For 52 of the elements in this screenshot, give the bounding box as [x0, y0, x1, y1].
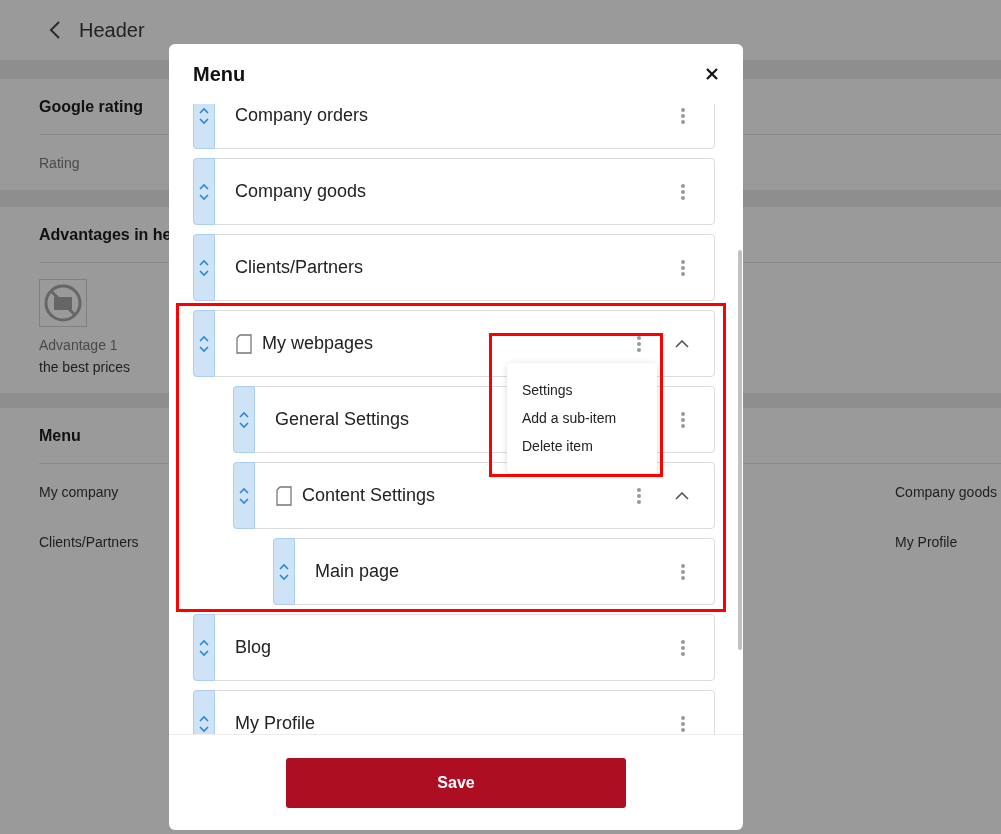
- more-options-icon[interactable]: [680, 106, 686, 125]
- page-icon: [276, 485, 292, 506]
- page-title: Header: [79, 18, 145, 42]
- more-options-icon[interactable]: [636, 334, 642, 353]
- drag-handle-icon[interactable]: [233, 462, 255, 529]
- drag-handle-icon[interactable]: [193, 310, 215, 377]
- drag-handle-icon[interactable]: [273, 538, 295, 605]
- menu-item-row[interactable]: Company goods: [193, 158, 715, 225]
- menu-link[interactable]: Company goods: [895, 484, 1001, 500]
- section-title: Google rating: [39, 97, 143, 116]
- menu-item-label: My Profile: [235, 713, 315, 734]
- menu-item-label: Company orders: [235, 105, 369, 126]
- close-icon[interactable]: [706, 68, 718, 80]
- more-options-icon[interactable]: [680, 714, 686, 733]
- more-options-icon[interactable]: [636, 486, 642, 505]
- drag-handle-icon[interactable]: [193, 614, 215, 681]
- menu-item-label: Main page: [315, 561, 400, 582]
- menu-item-label: Company goods: [235, 181, 367, 202]
- advantage-text: the best prices: [39, 359, 131, 375]
- drag-handle-icon[interactable]: [193, 234, 215, 301]
- dialog-title: Menu: [193, 62, 246, 86]
- more-options-icon[interactable]: [680, 410, 686, 429]
- menu-item-label: My webpages: [262, 333, 374, 354]
- menu-item-row[interactable]: Clients/Partners: [193, 234, 715, 301]
- menu-item-label: Content Settings: [302, 485, 436, 506]
- save-button[interactable]: Save: [286, 757, 626, 808]
- page-icon: [236, 333, 252, 354]
- menu-link[interactable]: My Profile: [895, 534, 1001, 550]
- more-options-icon[interactable]: [680, 182, 686, 201]
- scrollbar[interactable]: [738, 250, 742, 650]
- context-menu-item[interactable]: Add a sub-item: [522, 410, 657, 426]
- menu-item-row[interactable]: Company orders: [193, 104, 715, 149]
- menu-item-row[interactable]: Blog: [193, 614, 715, 681]
- advantage-label: Advantage 1: [39, 337, 118, 353]
- more-options-icon[interactable]: [680, 258, 686, 277]
- menu-item-row[interactable]: Content Settings: [233, 462, 715, 529]
- drag-handle-icon[interactable]: [233, 386, 255, 453]
- back-icon[interactable]: [49, 20, 61, 40]
- menu-item-row[interactable]: Main page: [273, 538, 715, 605]
- menu-item-label: Blog: [235, 637, 272, 658]
- drag-handle-icon[interactable]: [193, 158, 215, 225]
- chevron-icon[interactable]: [675, 339, 689, 348]
- menu-item-row[interactable]: My Profile: [193, 690, 715, 734]
- field-label: Rating: [39, 154, 80, 171]
- more-options-icon[interactable]: [680, 638, 686, 657]
- context-menu-item[interactable]: Delete item: [522, 438, 657, 454]
- menu-item-label: General Settings: [275, 409, 410, 430]
- image-placeholder: [39, 279, 87, 327]
- chevron-icon[interactable]: [675, 491, 689, 500]
- section-title: Menu: [39, 426, 81, 445]
- menu-item-label: Clients/Partners: [235, 257, 364, 278]
- more-options-icon[interactable]: [680, 562, 686, 581]
